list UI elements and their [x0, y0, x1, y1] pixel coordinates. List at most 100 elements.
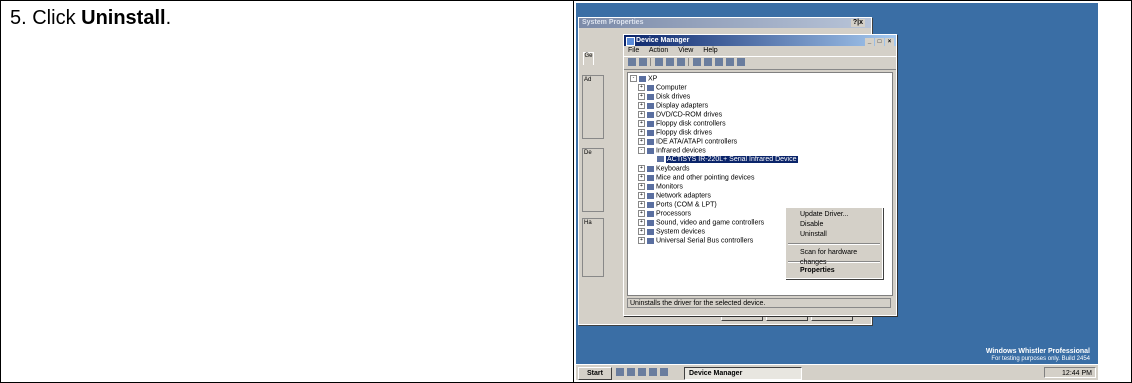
expand-icon[interactable]: + [638, 165, 645, 172]
tree-node[interactable]: + Universal Serial Bus controllers [638, 237, 753, 245]
properties-icon[interactable] [666, 58, 674, 67]
tree-node[interactable]: + Monitors [638, 183, 683, 191]
start-button[interactable]: Start [578, 367, 612, 380]
device-icon [647, 192, 654, 199]
tree-node[interactable]: + Floppy disk drives [638, 129, 712, 137]
tree-node[interactable]: + Sound, video and game controllers [638, 219, 764, 227]
tree-node[interactable]: + Network adapters [638, 192, 711, 200]
branding-line2: For testing purposes only. Build 2454 [991, 356, 1090, 362]
help-icon[interactable] [693, 58, 701, 67]
print-icon[interactable] [677, 58, 685, 67]
device-icon [647, 219, 654, 226]
expand-icon[interactable]: + [638, 237, 645, 244]
expand-icon[interactable]: + [638, 120, 645, 127]
collapse-icon[interactable]: - [630, 75, 637, 82]
device-icon [647, 138, 654, 145]
menu-item-update-driver[interactable]: Update Driver... [786, 210, 882, 220]
device-icon [647, 210, 654, 217]
tree-node[interactable]: + Mice and other pointing devices [638, 174, 754, 182]
device-manager-icon [626, 37, 635, 46]
back-icon[interactable] [628, 58, 636, 67]
uninstall-icon[interactable] [726, 58, 734, 67]
help-close-buttons[interactable]: ?|x [850, 19, 865, 27]
device-manager-window: Device Manager _ □ × File Action View Help… [623, 34, 897, 316]
tree-node[interactable]: + Ports (COM & LPT) [638, 201, 717, 209]
tree-node[interactable]: + Display adapters [638, 102, 708, 110]
taskbar-device-manager[interactable]: Device Manager [684, 367, 802, 380]
device-icon [647, 93, 654, 100]
menu-item-properties[interactable]: Properties [786, 266, 882, 276]
expand-icon[interactable]: + [638, 174, 645, 181]
menu-action[interactable]: Action [649, 47, 668, 54]
desktop-icon[interactable] [616, 368, 624, 376]
tree-node[interactable]: - Infrared devices [638, 147, 706, 155]
device-icon [647, 102, 654, 109]
expand-icon[interactable]: + [638, 84, 645, 91]
tree-node[interactable]: + Keyboards [638, 165, 689, 173]
close-icon[interactable]: × [885, 38, 894, 46]
tree-node[interactable]: + DVD/CD-ROM drives [638, 111, 722, 119]
device-icon [647, 120, 654, 127]
expand-icon[interactable]: + [638, 129, 645, 136]
expand-icon[interactable]: + [638, 192, 645, 199]
tab-general[interactable]: Ge [583, 52, 594, 65]
windows-branding: Windows Whistler Professional For testin… [986, 348, 1090, 363]
menu-file[interactable]: File [628, 47, 639, 54]
forward-icon[interactable] [639, 58, 647, 67]
menu-view[interactable]: View [678, 47, 693, 54]
collapse-icon[interactable]: - [638, 147, 645, 154]
device-icon [647, 174, 654, 181]
app-icon[interactable] [660, 368, 668, 376]
tree-node[interactable]: + IDE ATA/ATAPI controllers [638, 138, 737, 146]
expand-icon[interactable]: + [638, 93, 645, 100]
desktop-screenshot: System Properties ?|x Ge Ad De Ha OK Can… [576, 3, 1098, 380]
quick-launch [616, 368, 671, 378]
device-icon [647, 237, 654, 244]
folder-icon[interactable] [638, 368, 646, 376]
tree-node-selected[interactable]: ACTiSYS IR-220L+ Serial Infrared Device [657, 156, 798, 164]
expand-icon[interactable]: + [638, 111, 645, 118]
step-instruction: 5. Click Uninstall. [10, 7, 172, 29]
tree-node[interactable]: + Processors [638, 210, 691, 218]
expand-icon[interactable]: + [638, 102, 645, 109]
branding-line1: Windows Whistler Professional [985, 348, 1090, 355]
browser-icon[interactable] [627, 368, 635, 376]
device-icon [647, 129, 654, 136]
maximize-icon[interactable]: □ [875, 38, 884, 46]
expand-icon[interactable]: + [638, 138, 645, 145]
device-icon [647, 84, 654, 91]
system-properties-titlebar: System Properties ?|x [579, 18, 871, 28]
device-icon [647, 183, 654, 190]
table-divider [573, 0, 574, 383]
taskbar: Start Device Manager 12:44 PM [576, 364, 1098, 380]
expand-icon[interactable]: + [638, 183, 645, 190]
disable-icon[interactable] [737, 58, 745, 67]
device-icon [647, 165, 654, 172]
scan-icon[interactable] [715, 58, 723, 67]
expand-icon[interactable]: + [638, 210, 645, 217]
device-icon [647, 201, 654, 208]
expand-icon[interactable]: + [638, 219, 645, 226]
menu-item-scan[interactable]: Scan for hardware changes [786, 248, 882, 266]
view-icon[interactable] [655, 58, 663, 67]
minimize-icon[interactable]: _ [865, 38, 874, 46]
system-tray-clock: 12:44 PM [1044, 367, 1096, 378]
tree-node[interactable]: + Floppy disk controllers [638, 120, 726, 128]
update-icon[interactable] [704, 58, 712, 67]
tree-root[interactable]: - XP [630, 75, 657, 83]
tree-node[interactable]: + Computer [638, 84, 687, 92]
group-advanced: Ad [582, 75, 604, 139]
menu-help[interactable]: Help [703, 47, 717, 54]
media-icon[interactable] [649, 368, 657, 376]
device-icon [647, 228, 654, 235]
tree-node[interactable]: + System devices [638, 228, 705, 236]
toolbar-separator [650, 58, 651, 67]
menu-item-uninstall[interactable]: Uninstall [786, 230, 882, 240]
expand-icon[interactable]: + [638, 201, 645, 208]
device-icon [647, 111, 654, 118]
toolbar [624, 56, 896, 70]
step-keyword: Uninstall [81, 7, 166, 29]
menu-item-disable[interactable]: Disable [786, 220, 882, 230]
tree-node[interactable]: + Disk drives [638, 93, 690, 101]
expand-icon[interactable]: + [638, 228, 645, 235]
